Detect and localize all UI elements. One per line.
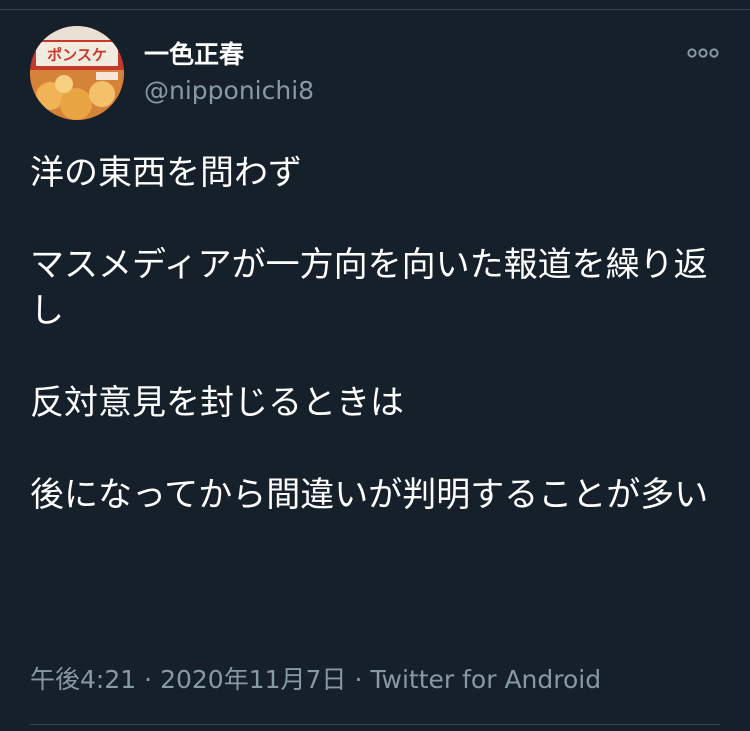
tweet-metadata: 午後4:21 · 2020年11月7日 · Twitter for Android xyxy=(30,664,601,696)
avatar-image: ポンスケ xyxy=(30,26,124,120)
user-handle[interactable]: @nipponichi8 xyxy=(144,76,314,106)
bottom-divider xyxy=(30,724,720,725)
tweet-paragraph: マスメディアが一方向を向いた報道を繰り返し xyxy=(30,245,708,331)
tweet: ポンスケ 一色正春 @nipponichi8 洋の東西を問わず マスメディアが一… xyxy=(0,0,750,731)
meta-separator: · xyxy=(144,665,153,694)
meta-separator: · xyxy=(354,665,363,694)
display-name[interactable]: 一色正春 xyxy=(144,40,244,70)
tweet-date[interactable]: 2020年11月7日 xyxy=(160,665,346,694)
tweet-time[interactable]: 午後4:21 xyxy=(30,665,136,694)
tweet-paragraph: 反対意見を封じるときは xyxy=(30,383,404,423)
avatar[interactable]: ポンスケ xyxy=(30,26,124,120)
tweet-paragraph: 洋の東西を問わず xyxy=(30,153,302,193)
more-horizontal-icon[interactable] xyxy=(686,44,720,62)
tweet-text: 洋の東西を問わず マスメディアが一方向を向いた報道を繰り返し 反対意見を封じると… xyxy=(30,150,720,518)
tweet-paragraph: 後になってから間違いが判明することが多い xyxy=(30,475,709,515)
tweet-source[interactable]: Twitter for Android xyxy=(370,665,601,694)
avatar-label: ポンスケ xyxy=(47,46,107,64)
top-divider xyxy=(0,9,750,10)
